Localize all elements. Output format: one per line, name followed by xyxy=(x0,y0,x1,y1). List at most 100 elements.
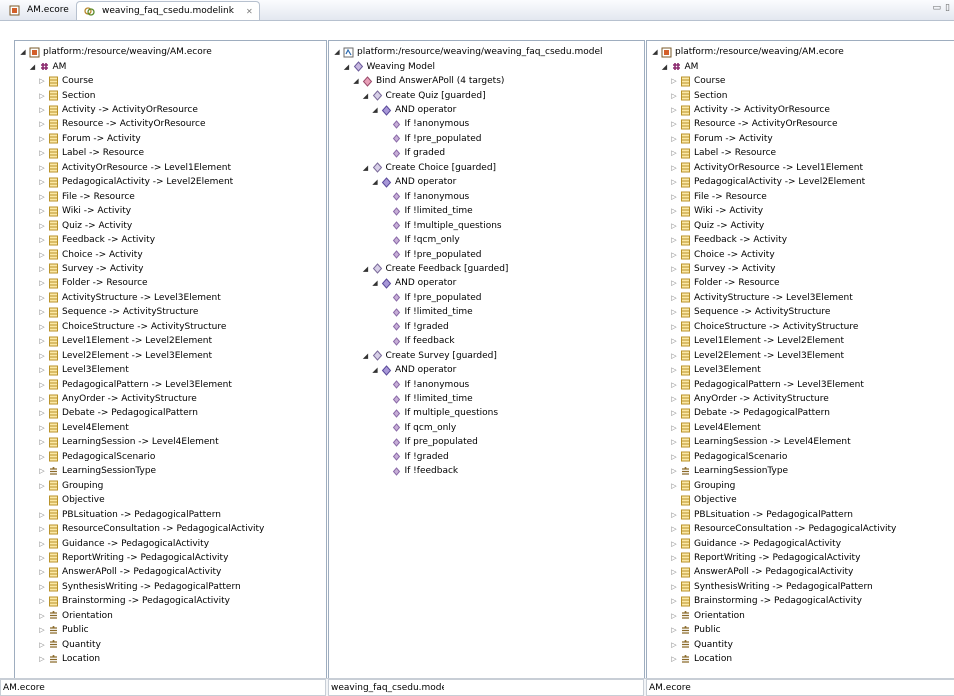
tree-item[interactable]: ▷ SynthesisWriting -> PedagogicalPattern xyxy=(669,580,873,594)
collapsed-twisty-icon[interactable]: ▷ xyxy=(669,120,679,128)
tree-item[interactable]: ▷ Activity -> ActivityOrResource xyxy=(669,103,830,117)
tree-item[interactable]: ◢ AND operator xyxy=(370,103,456,117)
collapsed-twisty-icon[interactable]: ▷ xyxy=(37,92,47,100)
tree-item[interactable]: ▷ Feedback -> Activity xyxy=(37,233,155,247)
maximize-icon[interactable]: ▯ xyxy=(945,3,950,13)
collapsed-twisty-icon[interactable]: ▷ xyxy=(37,597,47,605)
expanded-twisty-icon[interactable]: ◢ xyxy=(361,92,371,100)
tree-item[interactable]: If !graded xyxy=(380,320,449,334)
tree-item[interactable]: If !graded xyxy=(380,450,449,464)
tree-item[interactable]: If !anonymous xyxy=(380,117,469,131)
tree-item[interactable]: ▷ Guidance -> PedagogicalActivity xyxy=(37,536,209,550)
tree-item[interactable]: ▷ Debate -> PedagogicalPattern xyxy=(669,406,830,420)
tree-item[interactable]: ▷ Wiki -> Activity xyxy=(669,204,763,218)
tree-item[interactable]: If !pre_populated xyxy=(380,291,481,305)
tree-item[interactable]: ◢ Create Survey [guarded] xyxy=(361,348,497,362)
collapsed-twisty-icon[interactable]: ▷ xyxy=(37,467,47,475)
collapsed-twisty-icon[interactable]: ▷ xyxy=(669,279,679,287)
tree-item[interactable]: ▷ Guidance -> PedagogicalActivity xyxy=(669,536,841,550)
collapsed-twisty-icon[interactable]: ▷ xyxy=(37,222,47,230)
tree-item[interactable]: ▷ ActivityOrResource -> Level1Element xyxy=(669,161,863,175)
tree-item[interactable]: If !anonymous xyxy=(380,377,469,391)
collapsed-twisty-icon[interactable]: ▷ xyxy=(669,482,679,490)
collapsed-twisty-icon[interactable]: ▷ xyxy=(669,308,679,316)
collapsed-twisty-icon[interactable]: ▷ xyxy=(669,583,679,591)
collapsed-twisty-icon[interactable]: ▷ xyxy=(37,453,47,461)
tree-item[interactable]: ▷ AnyOrder -> ActivityStructure xyxy=(669,392,829,406)
tree-item[interactable]: If !limited_time xyxy=(380,204,473,218)
collapsed-twisty-icon[interactable]: ▷ xyxy=(669,467,679,475)
tree-item[interactable]: ▷ Label -> Resource xyxy=(669,146,776,160)
tree-item[interactable]: If !limited_time xyxy=(380,305,473,319)
tree-item[interactable]: ▷ AnyOrder -> ActivityStructure xyxy=(37,392,197,406)
tree-item[interactable]: ▷ Quantity xyxy=(669,637,733,651)
collapsed-twisty-icon[interactable]: ▷ xyxy=(669,424,679,432)
expanded-twisty-icon[interactable]: ◢ xyxy=(28,63,38,71)
tree-item[interactable]: ▷ SynthesisWriting -> PedagogicalPattern xyxy=(37,580,241,594)
collapsed-twisty-icon[interactable]: ▷ xyxy=(669,149,679,157)
collapsed-twisty-icon[interactable]: ▷ xyxy=(669,540,679,548)
tree-item[interactable]: If feedback xyxy=(380,334,455,348)
tree-item[interactable]: ◢ platform:/resource/weaving/AM.ecore xyxy=(650,45,844,59)
tree-item[interactable]: ▷ PedagogicalActivity -> Level2Element xyxy=(669,175,865,189)
tree-item[interactable]: ▷ Survey -> Activity xyxy=(37,262,143,276)
tree-item[interactable]: ◢ AM xyxy=(28,59,67,73)
tree-item[interactable]: ▷ Orientation xyxy=(669,609,745,623)
tree-item[interactable]: ▷ Sequence -> ActivityStructure xyxy=(669,305,830,319)
collapsed-twisty-icon[interactable]: ▷ xyxy=(37,655,47,663)
tree-item[interactable]: If !pre_populated xyxy=(380,132,481,146)
tree-item[interactable]: ▷ Brainstorming -> PedagogicalActivity xyxy=(669,594,862,608)
tree-item[interactable]: ▷ Quiz -> Activity xyxy=(37,218,132,232)
tree-item[interactable]: Objective xyxy=(37,493,105,507)
collapsed-twisty-icon[interactable]: ▷ xyxy=(669,323,679,331)
tree-item[interactable]: If multiple_questions xyxy=(380,406,498,420)
tree-item[interactable]: ▷ AnswerAPoll -> PedagogicalActivity xyxy=(669,565,853,579)
tree-item[interactable]: ▷ PedagogicalScenario xyxy=(37,450,155,464)
tree-item[interactable]: ▷ ChoiceStructure -> ActivityStructure xyxy=(37,320,226,334)
tree-item[interactable]: ▷ Level1Element -> Level2Element xyxy=(37,334,212,348)
collapsed-twisty-icon[interactable]: ▷ xyxy=(37,337,47,345)
tree-item[interactable]: ▷ AnswerAPoll -> PedagogicalActivity xyxy=(37,565,221,579)
expanded-twisty-icon[interactable]: ◢ xyxy=(650,48,660,56)
collapsed-twisty-icon[interactable]: ▷ xyxy=(37,352,47,360)
tree-item[interactable]: ▷ PedagogicalPattern -> Level3Element xyxy=(37,377,232,391)
tree-item[interactable]: ◢ AM xyxy=(660,59,699,73)
collapsed-twisty-icon[interactable]: ▷ xyxy=(669,626,679,634)
tree-item[interactable]: ▷ Level3Element xyxy=(669,363,761,377)
tree-item[interactable]: ▷ ActivityOrResource -> Level1Element xyxy=(37,161,231,175)
tree-item[interactable]: ▷ LearningSessionType xyxy=(669,464,788,478)
tree-item[interactable]: ▷ Debate -> PedagogicalPattern xyxy=(37,406,198,420)
collapsed-twisty-icon[interactable]: ▷ xyxy=(37,525,47,533)
collapsed-twisty-icon[interactable]: ▷ xyxy=(669,164,679,172)
tree-item[interactable]: ▷ Orientation xyxy=(37,609,113,623)
collapsed-twisty-icon[interactable]: ▷ xyxy=(37,583,47,591)
collapsed-twisty-icon[interactable]: ▷ xyxy=(37,323,47,331)
tree-item[interactable]: ▷ Location xyxy=(37,652,100,666)
tree-item[interactable]: ▷ Grouping xyxy=(669,479,735,493)
close-icon[interactable]: ✕ xyxy=(246,7,253,16)
tree-item[interactable]: ▷ Public xyxy=(37,623,88,637)
collapsed-twisty-icon[interactable]: ▷ xyxy=(37,366,47,374)
collapsed-twisty-icon[interactable]: ▷ xyxy=(37,438,47,446)
tree-item[interactable]: ▷ File -> Resource xyxy=(669,190,767,204)
expanded-twisty-icon[interactable]: ◢ xyxy=(370,279,380,287)
tree-item[interactable]: ▷ PedagogicalScenario xyxy=(669,450,787,464)
tree-item[interactable]: ▷ Choice -> Activity xyxy=(669,247,775,261)
tree-item[interactable]: ◢ AND operator xyxy=(370,276,456,290)
tab-am-ecore[interactable]: AM.ecore xyxy=(2,1,75,19)
tree-item[interactable]: ▷ ReportWriting -> PedagogicalActivity xyxy=(669,551,860,565)
collapsed-twisty-icon[interactable]: ▷ xyxy=(37,612,47,620)
tree-item[interactable]: ▷ Level1Element -> Level2Element xyxy=(669,334,844,348)
collapsed-twisty-icon[interactable]: ▷ xyxy=(669,395,679,403)
collapsed-twisty-icon[interactable]: ▷ xyxy=(669,409,679,417)
expanded-twisty-icon[interactable]: ◢ xyxy=(18,48,28,56)
collapsed-twisty-icon[interactable]: ▷ xyxy=(669,106,679,114)
collapsed-twisty-icon[interactable]: ▷ xyxy=(669,453,679,461)
collapsed-twisty-icon[interactable]: ▷ xyxy=(669,222,679,230)
tree-item[interactable]: If graded xyxy=(380,146,445,160)
tree-item[interactable]: ▷ Level4Element xyxy=(669,421,761,435)
collapsed-twisty-icon[interactable]: ▷ xyxy=(669,597,679,605)
collapsed-twisty-icon[interactable]: ▷ xyxy=(37,308,47,316)
collapsed-twisty-icon[interactable]: ▷ xyxy=(669,92,679,100)
tree-item[interactable]: ▷ ResourceConsultation -> PedagogicalActi… xyxy=(669,522,896,536)
